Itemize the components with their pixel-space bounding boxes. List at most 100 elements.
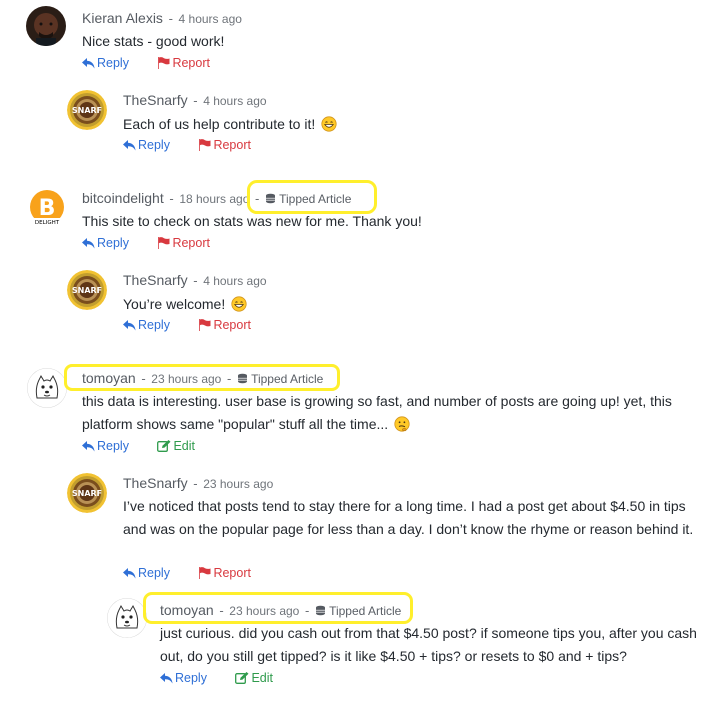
comment-actions: Reply Report xyxy=(82,236,210,250)
comment-body: Nice stats - good work! xyxy=(82,33,225,49)
separator: - xyxy=(193,476,198,491)
comment-text: This site to check on stats was new for … xyxy=(82,210,672,233)
reply-label: Reply xyxy=(175,671,207,685)
timestamp: 23 hours ago xyxy=(203,477,274,491)
thinking-emoji-icon xyxy=(394,416,410,432)
edit-icon xyxy=(235,672,249,684)
comment-text: this data is interesting. user base is g… xyxy=(82,390,697,436)
report-label: Report xyxy=(172,56,210,70)
comment-text: I’ve noticed that posts tend to stay the… xyxy=(123,495,707,541)
avatar[interactable]: SNARF xyxy=(67,270,107,310)
avatar[interactable] xyxy=(26,6,66,46)
separator: - xyxy=(169,191,174,206)
edit-button[interactable]: Edit xyxy=(157,439,195,453)
flag-icon xyxy=(158,57,170,69)
comment-actions: Reply Edit xyxy=(82,439,195,453)
comment-actions: Reply Edit xyxy=(160,671,273,685)
separator: - xyxy=(193,273,198,288)
report-label: Report xyxy=(213,138,251,152)
flag-icon xyxy=(199,139,211,151)
reply-label: Reply xyxy=(97,56,129,70)
reply-arrow-icon xyxy=(123,320,136,331)
comment-actions: Reply Report xyxy=(123,566,251,580)
report-label: Report xyxy=(213,318,251,332)
svg-text:DELIGHT: DELIGHT xyxy=(35,220,60,226)
reply-label: Reply xyxy=(138,318,170,332)
reply-button[interactable]: Reply xyxy=(82,439,129,453)
reply-button[interactable]: Reply xyxy=(123,566,170,580)
edit-icon xyxy=(157,440,171,452)
reply-arrow-icon xyxy=(82,441,95,452)
reply-arrow-icon xyxy=(123,568,136,579)
svg-text:SNARF: SNARF xyxy=(72,489,102,498)
timestamp: 4 hours ago xyxy=(178,12,242,26)
reply-arrow-icon xyxy=(123,140,136,151)
svg-text:SNARF: SNARF xyxy=(72,106,102,115)
author-name[interactable]: bitcoindelight xyxy=(82,190,164,206)
report-button[interactable]: Report xyxy=(157,236,210,250)
separator: - xyxy=(168,11,173,26)
edit-label: Edit xyxy=(173,439,195,453)
report-button[interactable]: Report xyxy=(198,138,251,152)
avatar[interactable]: B DELIGHT xyxy=(27,188,67,228)
flag-icon xyxy=(199,567,211,579)
highlight-tipped-article-1 xyxy=(247,180,377,214)
comment-actions: Reply Report xyxy=(82,56,210,70)
flag-icon xyxy=(199,319,211,331)
reply-arrow-icon xyxy=(82,58,95,69)
comment-body: This site to check on stats was new for … xyxy=(82,213,422,229)
separator: - xyxy=(193,93,198,108)
author-name[interactable]: TheSnarfy xyxy=(123,475,188,491)
comment-text: Each of us help contribute to it! xyxy=(123,113,683,136)
highlight-author-tomoyan-2 xyxy=(143,592,413,624)
comment-actions: Reply Report xyxy=(123,138,251,152)
highlight-author-tomoyan-1 xyxy=(64,364,340,391)
reply-arrow-icon xyxy=(82,238,95,249)
comment-meta: Kieran Alexis - 4 hours ago xyxy=(82,10,242,26)
comment-meta: TheSnarfy - 23 hours ago xyxy=(123,475,273,491)
reply-button[interactable]: Reply xyxy=(82,236,129,250)
avatar[interactable]: SNARF xyxy=(67,90,107,130)
author-name[interactable]: Kieran Alexis xyxy=(82,10,163,26)
avatar[interactable] xyxy=(107,598,147,638)
comment-meta: TheSnarfy - 4 hours ago xyxy=(123,272,267,288)
reply-label: Reply xyxy=(97,236,129,250)
report-button[interactable]: Report xyxy=(198,318,251,332)
comment-body: just curious. did you cash out from that… xyxy=(160,625,697,664)
comment-body: You’re welcome! xyxy=(123,296,226,312)
comment-meta: TheSnarfy - 4 hours ago xyxy=(123,92,267,108)
reply-button[interactable]: Reply xyxy=(82,56,129,70)
reply-arrow-icon xyxy=(160,673,173,684)
avatar[interactable]: SNARF xyxy=(67,473,107,513)
report-label: Report xyxy=(172,236,210,250)
comment-body: this data is interesting. user base is g… xyxy=(82,393,672,432)
author-name[interactable]: TheSnarfy xyxy=(123,272,188,288)
report-button[interactable]: Report xyxy=(157,56,210,70)
reply-label: Reply xyxy=(97,439,129,453)
author-name[interactable]: TheSnarfy xyxy=(123,92,188,108)
reply-label: Reply xyxy=(138,138,170,152)
edit-button[interactable]: Edit xyxy=(235,671,273,685)
timestamp: 4 hours ago xyxy=(203,94,267,108)
timestamp: 18 hours ago xyxy=(179,192,250,206)
reply-label: Reply xyxy=(138,566,170,580)
svg-text:B: B xyxy=(39,196,56,221)
comment-body: I’ve noticed that posts tend to stay the… xyxy=(123,498,694,537)
report-button[interactable]: Report xyxy=(198,566,251,580)
avatar[interactable] xyxy=(27,368,67,408)
reply-button[interactable]: Reply xyxy=(123,318,170,332)
comment-text: just curious. did you cash out from that… xyxy=(160,622,705,668)
comment-text: Nice stats - good work! xyxy=(82,30,672,53)
comment-body: Each of us help contribute to it! xyxy=(123,116,316,132)
reply-button[interactable]: Reply xyxy=(123,138,170,152)
svg-text:SNARF: SNARF xyxy=(72,286,102,295)
flag-icon xyxy=(158,237,170,249)
edit-label: Edit xyxy=(251,671,273,685)
timestamp: 4 hours ago xyxy=(203,274,267,288)
grinning-emoji-icon xyxy=(321,116,337,132)
grinning-emoji-icon xyxy=(231,296,247,312)
comment-text: You’re welcome! xyxy=(123,293,683,316)
reply-button[interactable]: Reply xyxy=(160,671,207,685)
comment-actions: Reply Report xyxy=(123,318,251,332)
report-label: Report xyxy=(213,566,251,580)
